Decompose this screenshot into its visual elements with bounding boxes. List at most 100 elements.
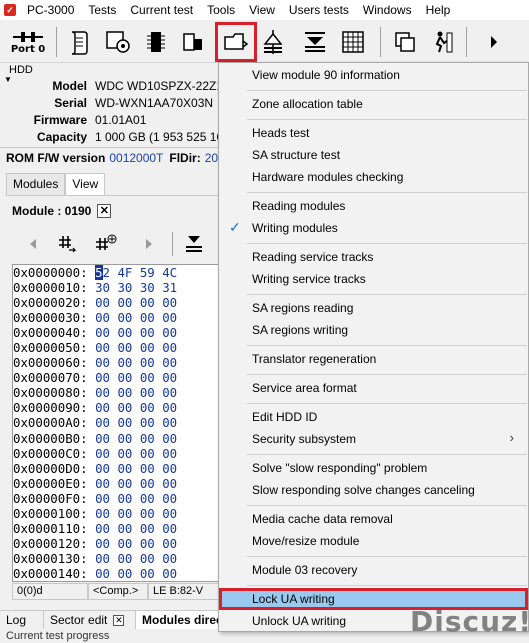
hex-bytes[interactable]: 00 00 00 00 — [95, 400, 177, 415]
menu-item-slow-responding-solve-changes-canceling[interactable]: Slow responding solve changes canceling — [219, 479, 528, 501]
menu-item-security-subsystem[interactable]: Security subsystem › — [219, 428, 528, 450]
menu-help[interactable]: Help — [419, 0, 458, 20]
chip-button[interactable] — [142, 24, 170, 60]
toolbar-overflow-button[interactable] — [482, 24, 506, 60]
menu-item-reading-service-tracks[interactable]: Reading service tracks — [219, 246, 528, 268]
hex-row[interactable]: 0x0000090: 00 00 00 00 — [13, 400, 221, 415]
hex-row[interactable]: 0x0000120: 00 00 00 00 — [13, 536, 221, 551]
menu-item-writing-service-tracks[interactable]: Writing service tracks — [219, 268, 528, 290]
hex-bytes[interactable]: 00 00 00 00 — [95, 446, 177, 461]
menu-item-sa-structure-test[interactable]: SA structure test — [219, 144, 528, 166]
menu-item-solve-slow-responding-problem[interactable]: Solve "slow responding" problem — [219, 457, 528, 479]
hex-bytes[interactable]: 00 00 00 00 — [95, 521, 177, 536]
hex-row[interactable]: 0x00000C0: 00 00 00 00 — [13, 446, 221, 461]
hex-bytes[interactable]: 00 00 00 00 — [95, 295, 177, 310]
hex-row[interactable]: 0x0000010: 30 30 30 31 — [13, 280, 221, 295]
rom-version-label: ROM F/W version — [6, 150, 106, 165]
hex-row[interactable]: 0x0000080: 00 00 00 00 — [13, 385, 221, 400]
hex-bytes[interactable]: 52 4F 59 4C — [95, 265, 177, 280]
menu-item-media-cache-data-removal[interactable]: Media cache data removal — [219, 508, 528, 530]
hex-row[interactable]: 0x00000A0: 00 00 00 00 — [13, 415, 221, 430]
menu-item-module-03-recovery[interactable]: Module 03 recovery — [219, 559, 528, 581]
tab-modules[interactable]: Modules — [6, 173, 66, 195]
add-sector-button[interactable] — [94, 232, 118, 256]
hex-bytes[interactable]: 00 00 00 00 — [95, 566, 177, 581]
menu-item-move-resize-module[interactable]: Move/resize module — [219, 530, 528, 552]
hex-bytes[interactable]: 00 00 00 00 — [95, 310, 177, 325]
hex-bytes[interactable]: 00 00 00 00 — [95, 491, 177, 506]
menu-item-writing-modules[interactable]: ✓ Writing modules — [219, 217, 528, 239]
copy-windows-button[interactable] — [390, 24, 420, 60]
head-test-button[interactable] — [260, 24, 286, 60]
hex-row[interactable]: 0x0000060: 00 00 00 00 — [13, 355, 221, 370]
hex-row[interactable]: 0x00000F0: 00 00 00 00 — [13, 491, 221, 506]
hex-row[interactable]: 0x0000050: 00 00 00 00 — [13, 340, 221, 355]
hex-bytes[interactable]: 00 00 00 00 — [95, 551, 177, 566]
hex-address: 0x0000050: — [13, 340, 88, 356]
hex-bytes[interactable]: 00 00 00 00 — [95, 476, 177, 491]
hdd-capacity-row: Capacity 1 000 GB (1 953 525 16 — [0, 130, 223, 147]
tab-log[interactable]: Log — [0, 611, 44, 629]
goto-sector-button[interactable] — [56, 232, 78, 256]
hex-bytes[interactable]: 00 00 00 00 — [95, 340, 177, 355]
grid-table-button[interactable] — [338, 24, 368, 60]
menu-item-edit-hdd-id[interactable]: Edit HDD ID — [219, 406, 528, 428]
hex-row[interactable]: 0x00000D0: 00 00 00 00 — [13, 461, 221, 476]
hex-row[interactable]: 0x00000B0: 00 00 00 00 — [13, 431, 221, 446]
hex-row[interactable]: 0x0000110: 00 00 00 00 — [13, 521, 221, 536]
hex-bytes[interactable]: 00 00 00 00 — [95, 506, 177, 521]
hex-row[interactable]: 0x00000E0: 00 00 00 00 — [13, 476, 221, 491]
compare-mode: <Comp.> — [88, 583, 148, 600]
hex-row[interactable]: 0x0000040: 00 00 00 00 — [13, 325, 221, 340]
port-selector-button[interactable]: Port 0 — [8, 24, 48, 60]
close-module-button[interactable]: ✕ — [97, 204, 112, 218]
hex-bytes[interactable]: 00 00 00 00 — [95, 385, 177, 400]
menu-item-sa-regions-writing[interactable]: SA regions writing — [219, 319, 528, 341]
menu-users-tests[interactable]: Users tests — [282, 0, 356, 20]
hex-row[interactable]: 0x0000030: 00 00 00 00 — [13, 310, 221, 325]
menu-item-service-area-format[interactable]: Service area format — [219, 377, 528, 399]
menu-item-heads-test[interactable]: Heads test — [219, 122, 528, 144]
hex-bytes[interactable]: 00 00 00 00 — [95, 536, 177, 551]
rom-button[interactable] — [178, 24, 208, 60]
hex-bytes[interactable]: 00 00 00 00 — [95, 370, 177, 385]
hex-bytes[interactable]: 00 00 00 00 — [95, 355, 177, 370]
tab-sector-edit[interactable]: Sector edit ✕ — [44, 611, 136, 629]
hex-row[interactable]: 0x0000000: 52 4F 59 4C — [13, 265, 221, 280]
menu-view[interactable]: View — [242, 0, 282, 20]
hex-row[interactable]: 0x0000130: 00 00 00 00 — [13, 551, 221, 566]
hex-bytes[interactable]: 00 00 00 00 — [95, 431, 177, 446]
prev-arrow-icon[interactable] — [26, 232, 40, 256]
next-arrow-icon[interactable] — [142, 232, 156, 256]
menu-item-zone-allocation-table[interactable]: Zone allocation table — [219, 93, 528, 115]
menu-app-title[interactable]: PC-3000 — [20, 0, 81, 20]
menu-item-translator-regeneration[interactable]: Translator regeneration — [219, 348, 528, 370]
surface-test-button[interactable] — [300, 24, 330, 60]
tab-modules-directory[interactable]: Modules direc — [136, 611, 220, 629]
menu-item-view-module-90-information[interactable]: View module 90 information — [219, 64, 528, 86]
menu-separator — [247, 243, 527, 244]
menu-tests[interactable]: Tests — [81, 0, 123, 20]
submenu-chevron-icon: › — [509, 430, 514, 445]
hex-row[interactable]: 0x0000140: 00 00 00 00 — [13, 566, 221, 581]
scroll-log-button[interactable] — [64, 24, 94, 60]
hex-bytes[interactable]: 00 00 00 00 — [95, 415, 177, 430]
exit-button[interactable] — [428, 24, 458, 60]
tab-view[interactable]: View — [65, 173, 106, 195]
hex-bytes[interactable]: 00 00 00 00 — [95, 325, 177, 340]
menu-item-sa-regions-reading[interactable]: SA regions reading — [219, 297, 528, 319]
menu-item-hardware-modules-checking[interactable]: Hardware modules checking — [219, 166, 528, 188]
menu-item-reading-modules[interactable]: Reading modules — [219, 195, 528, 217]
close-tab-icon[interactable]: ✕ — [113, 614, 125, 626]
hex-row[interactable]: 0x0000020: 00 00 00 00 — [13, 295, 221, 310]
write-module-button[interactable] — [182, 232, 206, 256]
module-settings-button[interactable] — [102, 24, 134, 60]
menu-windows[interactable]: Windows — [356, 0, 419, 20]
hex-editor[interactable]: 0x0000000: 52 4F 59 4C 0x0000010: 30 30 3… — [12, 264, 222, 582]
menu-tools[interactable]: Tools — [200, 0, 242, 20]
hex-bytes[interactable]: 30 30 30 31 — [95, 280, 177, 295]
hex-row[interactable]: 0x0000100: 00 00 00 00 — [13, 506, 221, 521]
hex-bytes[interactable]: 00 00 00 00 — [95, 461, 177, 476]
menu-current-test[interactable]: Current test — [123, 0, 200, 20]
hex-row[interactable]: 0x0000070: 00 00 00 00 — [13, 370, 221, 385]
